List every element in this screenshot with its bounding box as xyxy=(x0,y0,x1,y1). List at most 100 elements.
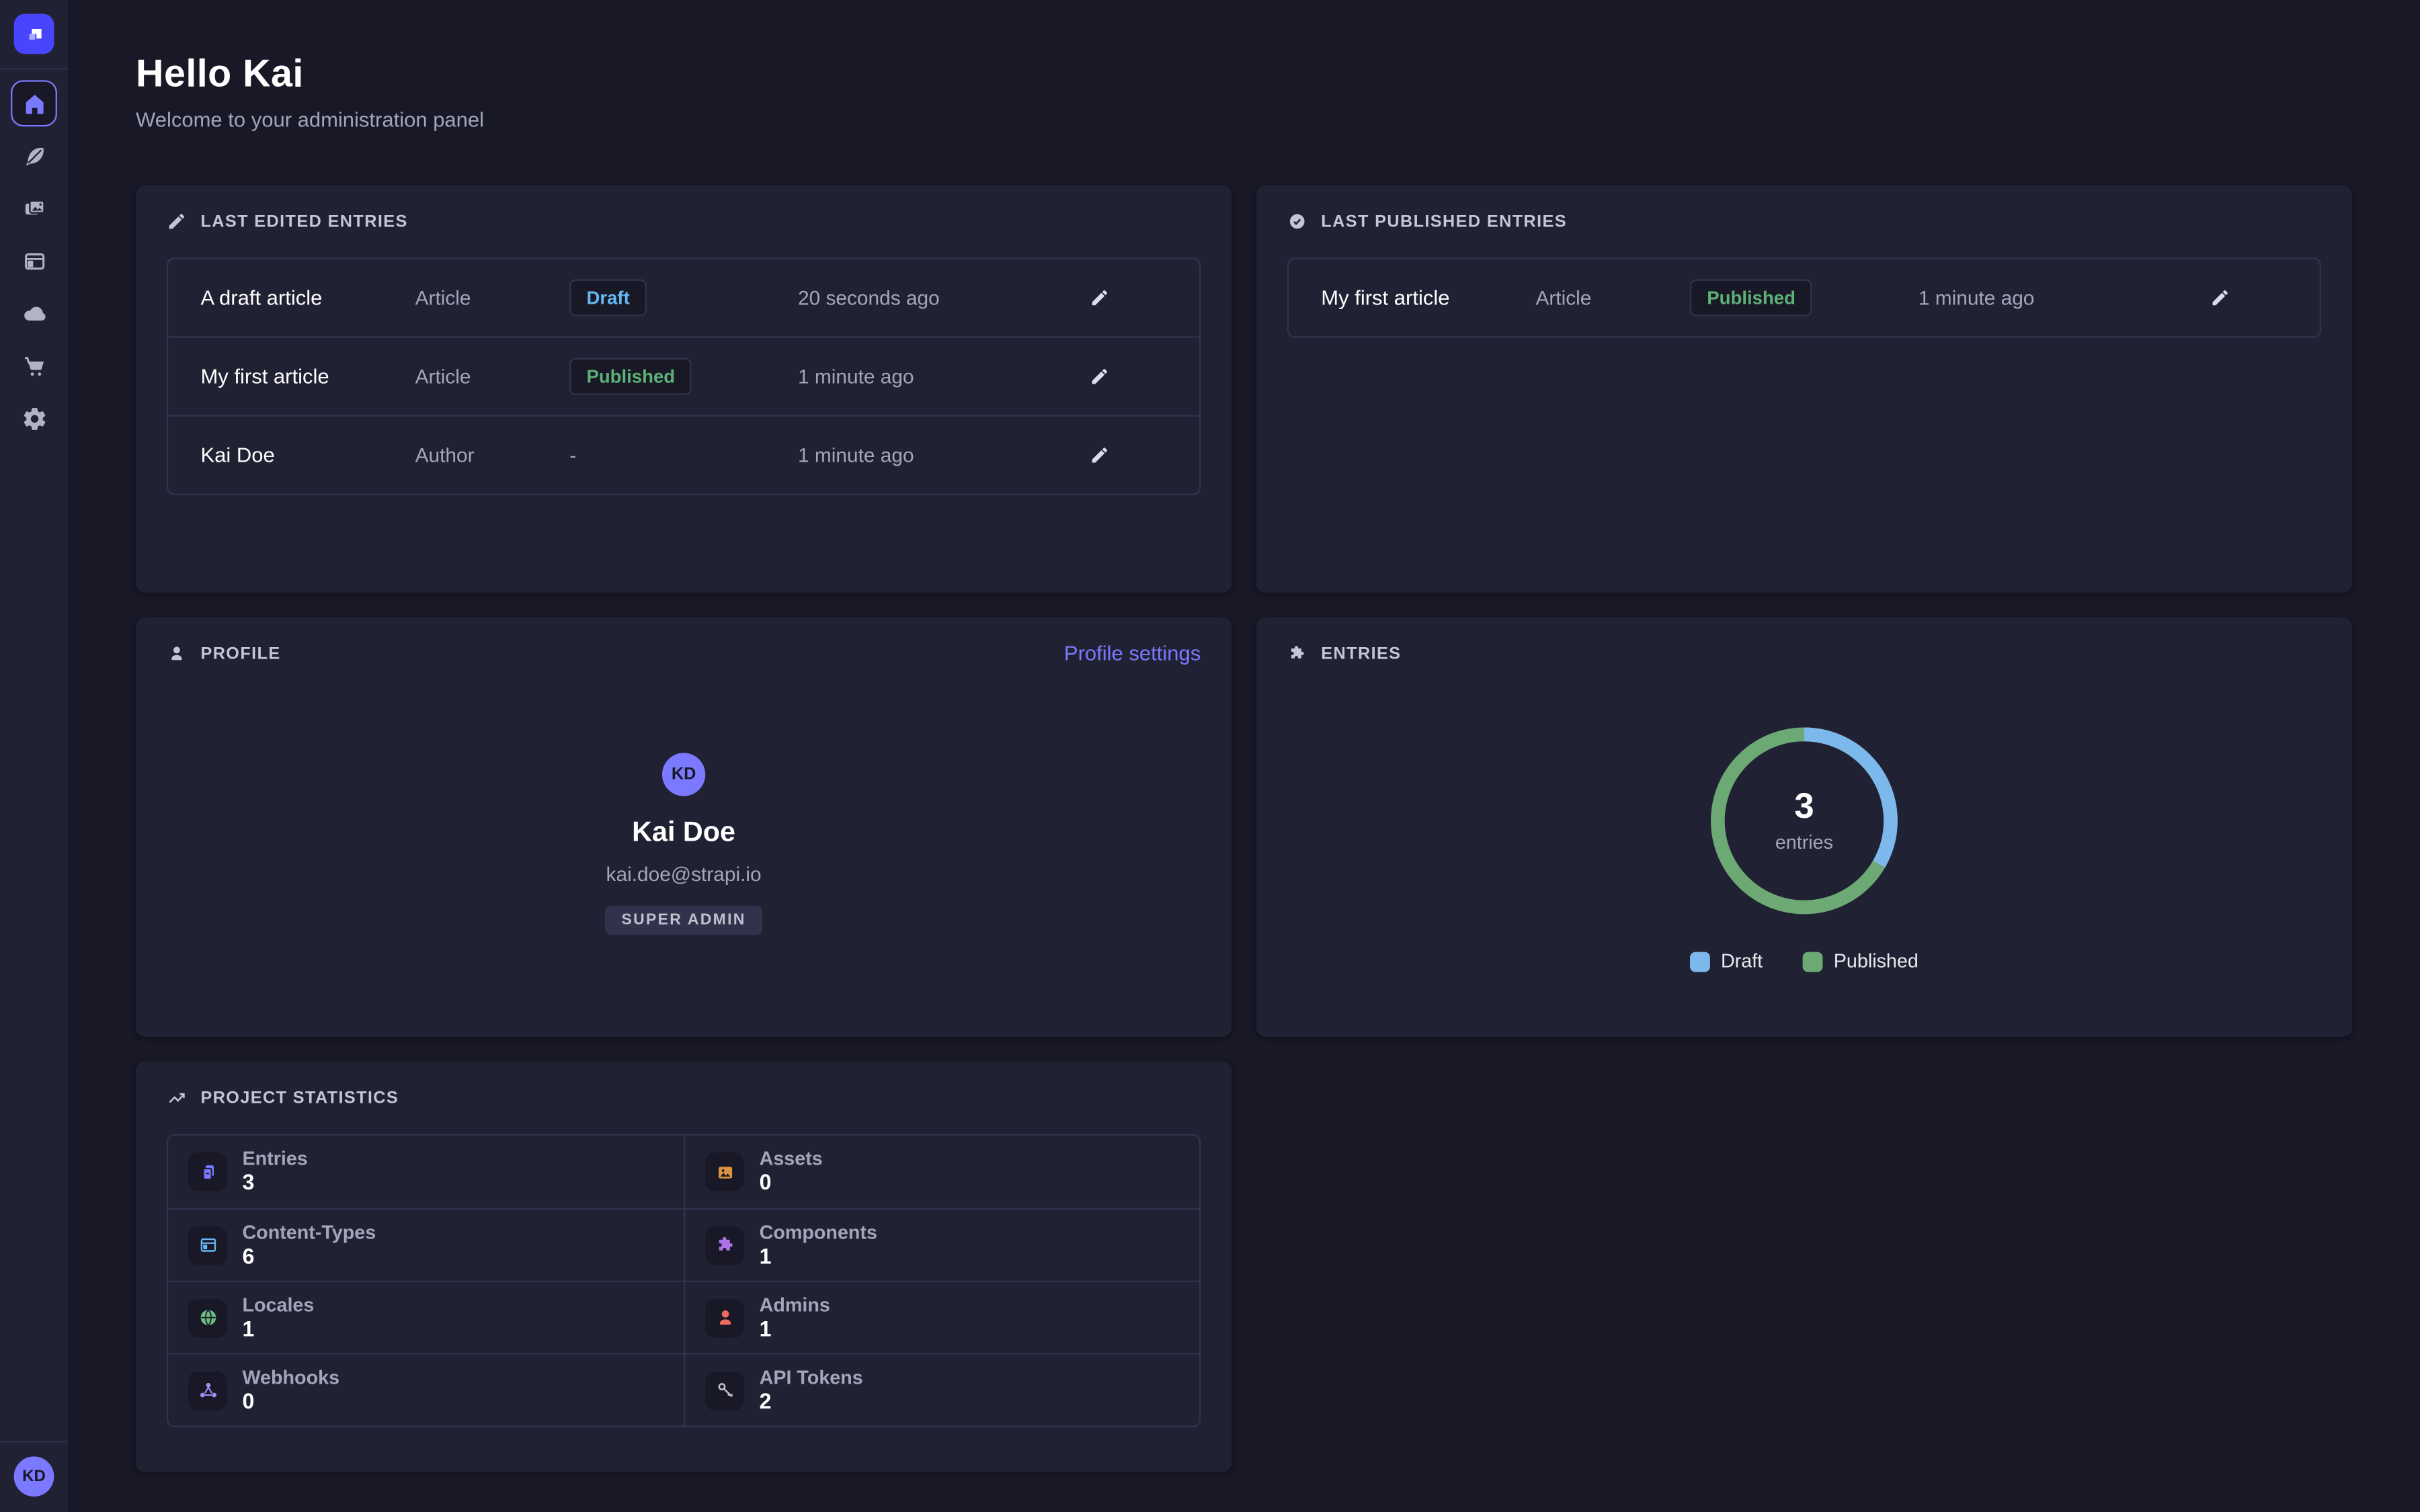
key-icon xyxy=(714,1380,735,1401)
card-header: ENTRIES xyxy=(1256,617,2352,663)
entry-kind: Article xyxy=(415,365,471,388)
last-published-entries-card: LAST PUBLISHED ENTRIES My first article … xyxy=(1256,185,2352,593)
image-icon xyxy=(714,1161,735,1183)
sidebar-item-settings[interactable] xyxy=(11,395,57,442)
pencil-icon xyxy=(167,212,187,232)
card-title: LAST PUBLISHED ENTRIES xyxy=(1321,212,1567,231)
entry-time: 1 minute ago xyxy=(798,365,914,388)
entry-kind: Article xyxy=(1535,286,1591,309)
profile-settings-link[interactable]: Profile settings xyxy=(1064,642,1201,665)
status-empty: - xyxy=(569,444,576,466)
cloud-icon xyxy=(21,300,47,327)
stats-grid: Entries 3 Assets xyxy=(167,1134,1201,1427)
entry-name: My first article xyxy=(200,365,329,388)
edit-entry-button[interactable] xyxy=(1090,288,1110,308)
pencil-icon xyxy=(2210,288,2230,308)
sidebar-item-media-library[interactable] xyxy=(11,185,57,232)
pencil-icon xyxy=(1090,445,1110,465)
strapi-admin-homepage: KD Hello Kai Welcome to your administrat… xyxy=(0,0,2420,1512)
check-circle-icon xyxy=(1287,212,1307,232)
stat-value: 2 xyxy=(760,1390,863,1414)
trend-up-icon xyxy=(167,1088,187,1108)
sidebar-item-content-type-builder[interactable] xyxy=(11,238,57,284)
legend-item-draft: Draft xyxy=(1690,950,1763,972)
stat-value: 3 xyxy=(242,1172,307,1195)
puzzle-icon xyxy=(1287,643,1307,663)
user-avatar[interactable]: KD xyxy=(14,1456,54,1497)
card-title: PROFILE xyxy=(200,644,280,663)
webhook-icon xyxy=(197,1380,218,1401)
page-title: Hello Kai xyxy=(136,52,2352,97)
card-title: ENTRIES xyxy=(1321,644,1401,663)
status-cell: Published xyxy=(569,358,692,395)
sidebar-item-deploy[interactable] xyxy=(11,290,57,337)
documents-icon xyxy=(197,1161,218,1183)
edit-entry-button[interactable] xyxy=(2210,288,2230,308)
status-cell: Published xyxy=(1690,280,1812,317)
card-title: PROJECT STATISTICS xyxy=(200,1089,399,1107)
sidebar-item-marketplace[interactable] xyxy=(11,343,57,389)
edit-entry-button[interactable] xyxy=(1090,445,1110,465)
stat-assets: Assets 0 xyxy=(684,1136,1199,1208)
card-header: LAST PUBLISHED ENTRIES xyxy=(1256,185,2352,232)
stat-label: Content-Types xyxy=(242,1221,376,1243)
edit-entry-button[interactable] xyxy=(1090,366,1110,386)
stat-entries: Entries 3 xyxy=(168,1136,684,1208)
profile-card: PROFILE Profile settings KD Kai Doe kai.… xyxy=(136,617,1232,1036)
stat-label: API Tokens xyxy=(760,1366,863,1388)
table-row[interactable]: A draft article Article Draft 20 seconds… xyxy=(168,259,1199,337)
layout-icon xyxy=(197,1234,218,1256)
home-icon xyxy=(21,90,47,116)
table-row[interactable]: Kai Doe Author - 1 minute ago xyxy=(168,415,1199,494)
role-badge: SUPER ADMIN xyxy=(604,906,763,935)
table-row[interactable]: My first article Article Published 1 min… xyxy=(168,337,1199,415)
entry-name: A draft article xyxy=(200,286,322,309)
stat-components: Components 1 xyxy=(684,1208,1199,1281)
sidebar-footer: KD xyxy=(0,1441,68,1512)
stat-value: 1 xyxy=(760,1318,830,1341)
profile-body: KD Kai Doe kai.doe@strapi.io SUPER ADMIN xyxy=(136,753,1232,935)
stat-label: Components xyxy=(760,1221,877,1243)
chart-legend: Draft Published xyxy=(1256,950,2352,972)
published-swatch xyxy=(1803,951,1823,971)
content-type-builder-icon xyxy=(21,247,47,274)
stat-webhooks: Webhooks 0 xyxy=(168,1353,684,1426)
entry-kind: Author xyxy=(415,444,475,466)
user-icon xyxy=(714,1307,735,1329)
strapi-logo[interactable] xyxy=(14,14,54,54)
sidebar-nav xyxy=(0,69,68,441)
sidebar-item-content-manager[interactable] xyxy=(11,132,57,179)
legend-label: Draft xyxy=(1721,950,1763,972)
entry-time: 20 seconds ago xyxy=(798,286,940,309)
widgets-grid: LAST EDITED ENTRIES A draft article Arti… xyxy=(136,185,2352,1472)
stat-value: 0 xyxy=(242,1390,339,1414)
project-statistics-card: PROJECT STATISTICS Entries xyxy=(136,1062,1232,1472)
media-library-icon xyxy=(21,195,47,221)
stat-value: 1 xyxy=(760,1245,877,1269)
status-badge: Draft xyxy=(569,280,647,317)
avatar: KD xyxy=(662,753,705,796)
entry-kind: Article xyxy=(415,286,471,309)
profile-name: Kai Doe xyxy=(632,816,735,849)
main-content: Hello Kai Welcome to your administration… xyxy=(68,0,2420,1472)
stat-value: 0 xyxy=(760,1172,823,1195)
status-badge: Published xyxy=(569,358,692,395)
stat-label: Entries xyxy=(242,1148,307,1170)
page-subtitle: Welcome to your administration panel xyxy=(136,108,2352,131)
stat-value: 1 xyxy=(242,1318,314,1341)
stat-label: Assets xyxy=(760,1148,823,1170)
stat-api-tokens: API Tokens 2 xyxy=(684,1353,1199,1426)
puzzle-icon xyxy=(714,1234,735,1256)
card-header: LAST EDITED ENTRIES xyxy=(136,185,1232,232)
stat-label: Admins xyxy=(760,1294,830,1316)
legend-label: Published xyxy=(1834,950,1919,972)
profile-email: kai.doe@strapi.io xyxy=(606,862,762,885)
entries-donut-chart: 3 entries xyxy=(1702,719,1906,923)
entry-name: My first article xyxy=(1321,286,1449,309)
status-cell: Draft xyxy=(569,280,647,317)
stat-value: 6 xyxy=(242,1245,376,1269)
sidebar-item-home[interactable] xyxy=(11,80,57,126)
table-row[interactable]: My first article Article Published 1 min… xyxy=(1289,259,2320,337)
legend-item-published: Published xyxy=(1803,950,1919,972)
sidebar: KD xyxy=(0,0,68,1512)
